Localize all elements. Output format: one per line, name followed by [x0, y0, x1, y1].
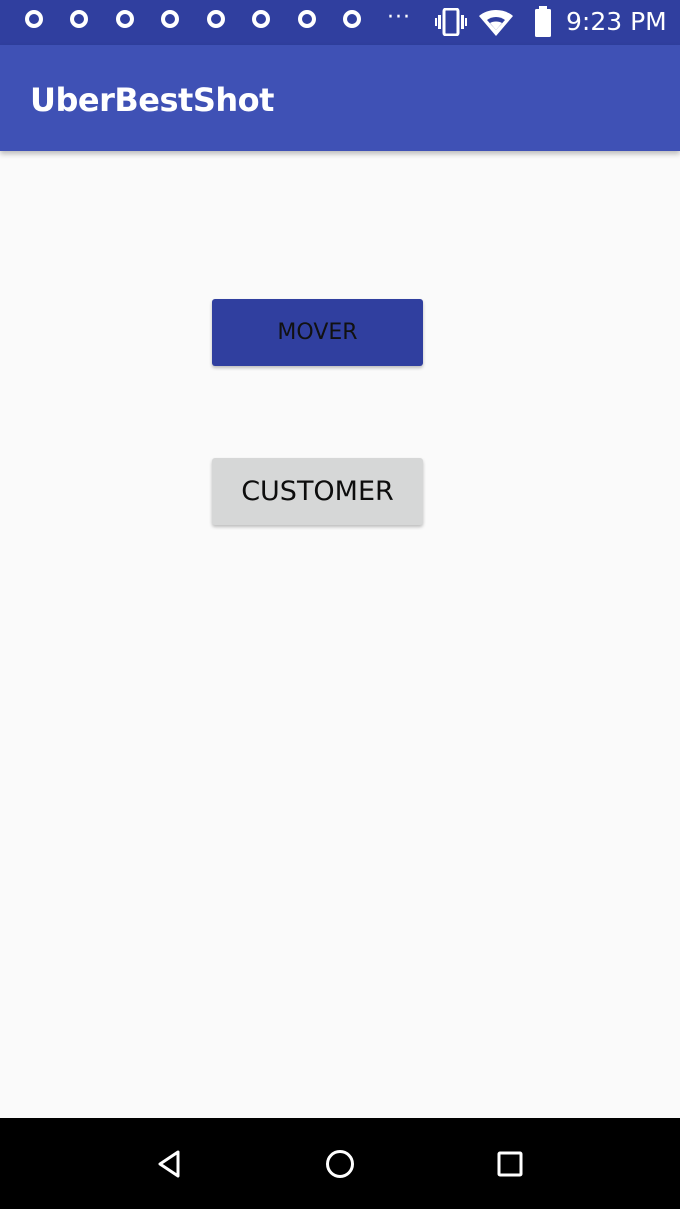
wifi-icon	[478, 9, 514, 41]
opera-icon	[70, 10, 88, 28]
home-icon[interactable]	[320, 1144, 360, 1184]
opera-icon	[343, 10, 361, 28]
battery-icon	[534, 6, 552, 42]
opera-icon	[298, 10, 316, 28]
status-time: 9:23 PM	[566, 7, 667, 36]
vibrate-icon	[435, 7, 467, 40]
opera-icon	[116, 10, 134, 28]
navigation-bar	[0, 1118, 680, 1209]
back-icon[interactable]	[150, 1144, 190, 1184]
app-title: UberBestShot	[30, 81, 274, 119]
opera-icon	[207, 10, 225, 28]
customer-button[interactable]: CUSTOMER	[212, 458, 423, 525]
opera-icon	[25, 10, 43, 28]
overflow-dots-icon: ···	[387, 5, 411, 30]
opera-icon	[161, 10, 179, 28]
app-bar: UberBestShot	[0, 45, 680, 151]
mover-button[interactable]: MOVER	[212, 299, 423, 366]
status-bar: ··· 9:23 PM	[0, 0, 680, 45]
recents-icon[interactable]	[490, 1144, 530, 1184]
opera-icon	[252, 10, 270, 28]
